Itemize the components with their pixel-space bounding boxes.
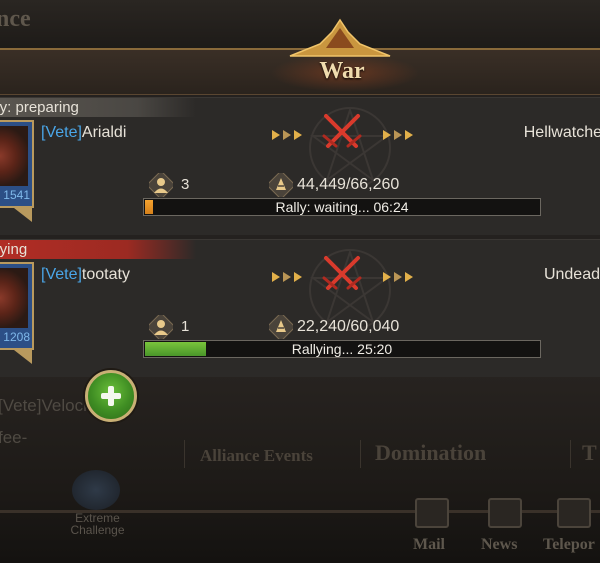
tab-domination[interactable]: Domination: [375, 440, 486, 466]
rally-leader-name: [Vete]tootaty: [41, 266, 130, 284]
rally-target-name: Undead: [543, 266, 600, 283]
crest-ornament-icon: [289, 18, 391, 57]
arrow-icon: [283, 129, 291, 140]
crossed-swords-icon: [322, 114, 362, 148]
nav-teleport[interactable]: Telepor: [543, 536, 595, 554]
background-member-line-2: fee-: [0, 428, 28, 447]
rally-progress-text: Rallying... 25:20: [291, 341, 393, 357]
join-rally-button[interactable]: [85, 370, 137, 422]
mail-icon[interactable]: [415, 498, 449, 528]
rally-troop-count: 44,449/66,260: [297, 176, 400, 193]
member-icon: [149, 173, 173, 197]
arrow-icon: [405, 271, 413, 282]
tab-alliance-events[interactable]: Alliance Events: [200, 446, 313, 466]
nav-mail[interactable]: Mail: [413, 536, 445, 554]
rally-status-ribbon: llying: [0, 240, 196, 259]
modal-title-bar: War: [0, 18, 600, 95]
rally-progress-bar: Rallying... 25:20: [143, 340, 541, 358]
divider: [360, 440, 361, 468]
modal-title: War: [319, 58, 365, 84]
arrow-icon: [294, 271, 302, 282]
arrow-icon: [394, 129, 402, 140]
attack-arrows-left: [272, 268, 305, 282]
rally-leader-name: [Vete]Arialdi: [41, 124, 126, 142]
rally-progress-bar: Rally: waiting... 06:24: [143, 198, 541, 216]
rally-status-ribbon: lly: preparing: [0, 98, 196, 117]
hero-portrait: [0, 126, 28, 186]
arrow-icon: [294, 129, 302, 140]
avatar-power: 1541: [3, 188, 30, 202]
avatar-pennant: [14, 208, 32, 222]
divider: [570, 440, 571, 468]
background-header-label: nce: [0, 6, 31, 32]
arrow-icon: [272, 129, 280, 140]
war-modal: War lly: preparing 1541 [Vete]Arialdi He…: [0, 18, 600, 422]
extreme-challenge-icon[interactable]: [72, 470, 120, 510]
news-icon[interactable]: [488, 498, 522, 528]
arrow-icon: [394, 271, 402, 282]
avatar[interactable]: 1208: [0, 262, 34, 350]
crossed-swords-icon: [322, 256, 362, 290]
troop-icon: [269, 315, 293, 339]
leader-name: tootaty: [81, 266, 130, 283]
tab-partial[interactable]: T: [582, 440, 597, 466]
member-icon: [149, 315, 173, 339]
rally-member-count: 3: [181, 176, 190, 193]
attack-arrows-left: [272, 126, 305, 140]
avatar-pennant: [14, 350, 32, 364]
attack-arrows-right: [383, 268, 416, 282]
extreme-challenge-label[interactable]: Extreme Challenge: [50, 512, 145, 536]
hero-portrait: [0, 268, 28, 328]
rally-card[interactable]: lly: preparing 1541 [Vete]Arialdi Hellwa…: [0, 97, 600, 235]
rally-card[interactable]: llying 1208 [Vete]tootaty: [0, 239, 600, 422]
teleport-icon[interactable]: [557, 498, 591, 528]
alliance-tag: [Vete]: [41, 266, 82, 283]
rally-troop-count: 22,240/60,040: [297, 318, 400, 335]
attack-arrows-right: [383, 126, 416, 140]
avatar[interactable]: 1541: [0, 120, 34, 208]
troop-icon: [269, 173, 293, 197]
arrow-icon: [383, 271, 391, 282]
divider: [184, 440, 185, 468]
leader-name: Arialdi: [81, 124, 127, 141]
arrow-icon: [283, 271, 291, 282]
nav-news[interactable]: News: [481, 536, 517, 554]
rally-target-name: Hellwatche: [523, 124, 600, 141]
arrow-icon: [405, 129, 413, 140]
avatar-power: 1208: [3, 330, 30, 344]
arrow-icon: [383, 129, 391, 140]
rally-member-count: 1: [181, 318, 190, 335]
arrow-icon: [272, 271, 280, 282]
rally-progress-text: Rally: waiting... 06:24: [275, 199, 409, 215]
alliance-tag: [Vete]: [41, 124, 82, 141]
